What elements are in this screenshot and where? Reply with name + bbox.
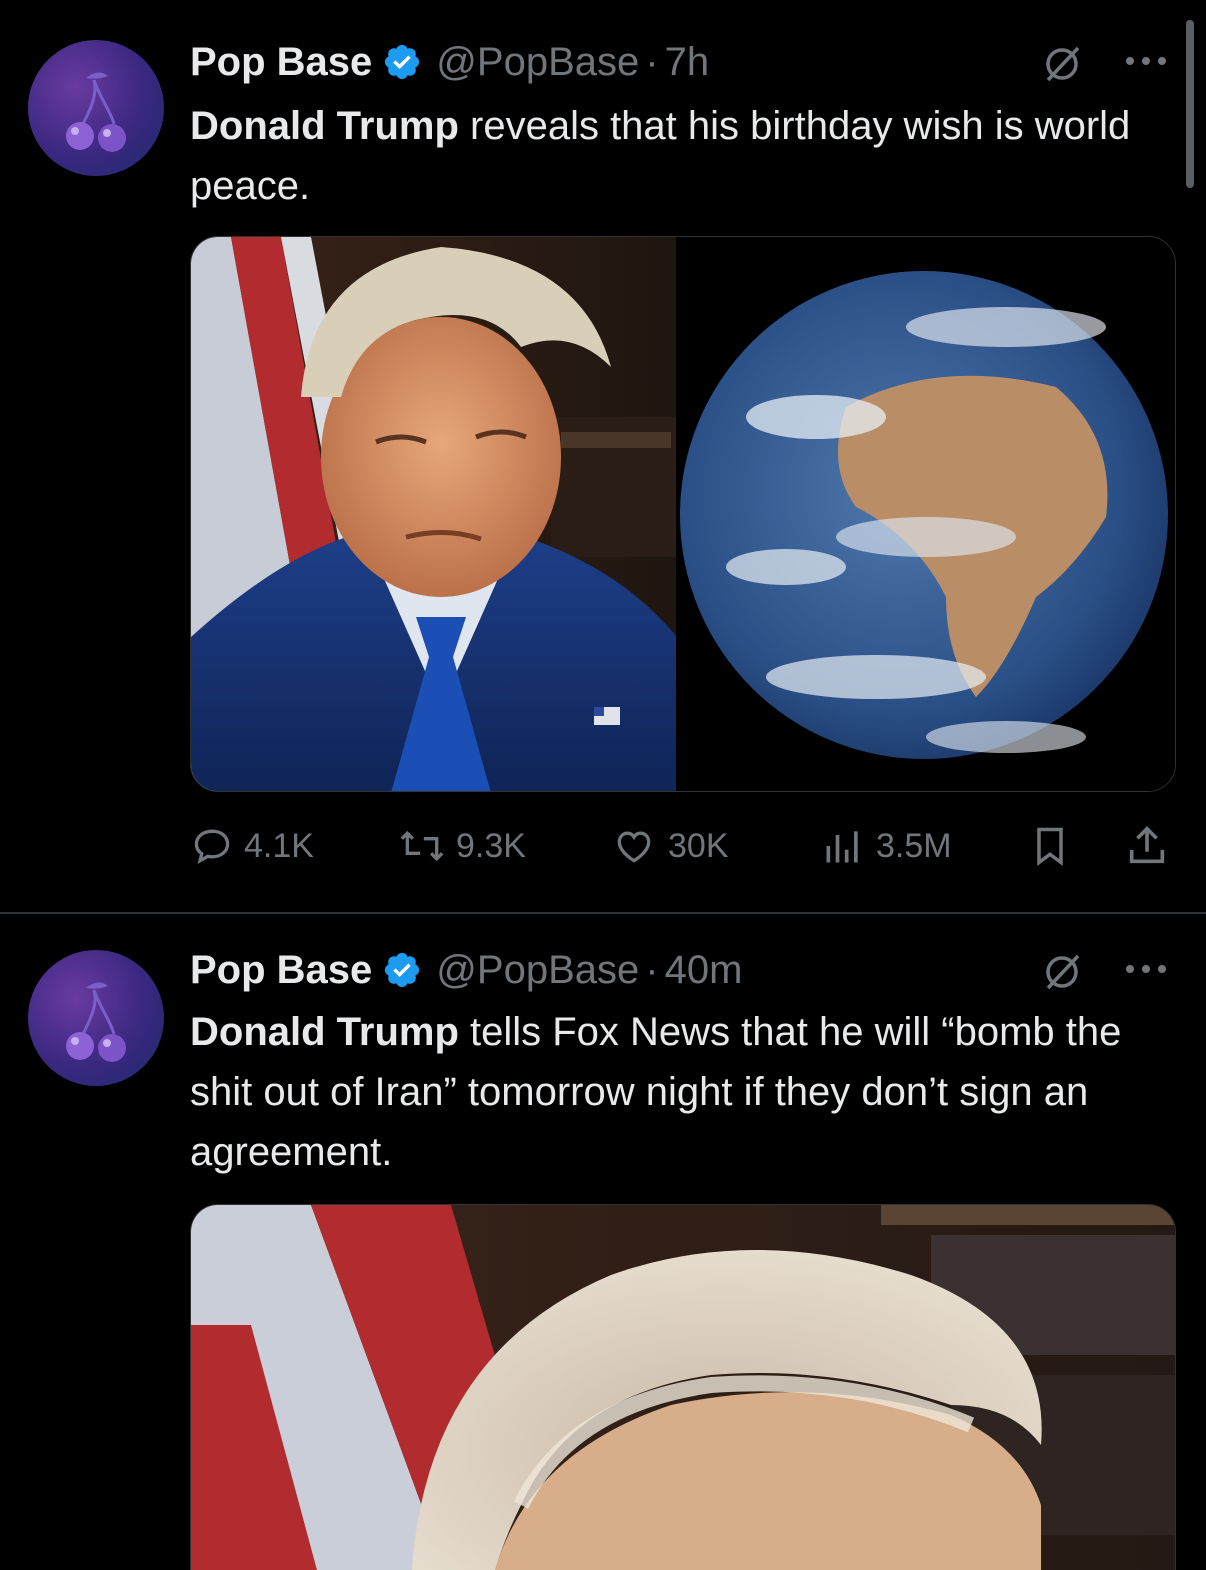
views-button[interactable]: 3.5M xyxy=(820,816,952,876)
media-image-portrait[interactable] xyxy=(191,1205,1175,1570)
separator: · xyxy=(645,39,659,84)
cherry-icon xyxy=(66,72,126,152)
timestamp[interactable]: 40m xyxy=(665,948,743,993)
grok-icon[interactable] xyxy=(1042,952,1082,992)
like-count: 30K xyxy=(668,826,729,865)
share-icon xyxy=(1129,826,1165,864)
author-handle[interactable]: @PopBase xyxy=(436,948,639,993)
bookmark-button[interactable] xyxy=(1028,816,1082,876)
earth-image xyxy=(676,237,1175,791)
timestamp[interactable]: 7h xyxy=(665,40,710,85)
mention-bold: Donald Trump xyxy=(190,104,459,148)
views-icon xyxy=(826,831,858,863)
mention-bold: Donald Trump xyxy=(190,1010,459,1054)
like-button[interactable]: 30K xyxy=(610,816,729,876)
tweet-header: Pop Base @PopBase · 40m xyxy=(190,946,742,994)
avatar[interactable] xyxy=(28,40,164,176)
tweet-text: Donald Trump reveals that his birthday w… xyxy=(190,96,1170,216)
tweet-actions: 4.1K 9.3K 30K 3.5M xyxy=(190,816,1176,876)
reply-button[interactable]: 4.1K xyxy=(190,816,314,876)
view-count: 3.5M xyxy=(876,826,952,865)
scrollbar[interactable] xyxy=(1186,20,1194,188)
author-name[interactable]: Pop Base xyxy=(190,948,372,993)
tweet-media[interactable] xyxy=(190,236,1176,792)
avatar[interactable] xyxy=(28,950,164,1086)
verified-badge-icon xyxy=(385,952,420,988)
separator: · xyxy=(645,947,659,992)
tweet-header: Pop Base @PopBase · 7h xyxy=(190,38,709,86)
media-image-portrait[interactable] xyxy=(191,237,677,791)
repost-icon xyxy=(400,830,444,862)
portrait-image xyxy=(191,237,677,791)
cherry-icon xyxy=(66,982,126,1062)
repost-button[interactable]: 9.3K xyxy=(398,816,526,876)
share-button[interactable] xyxy=(1124,816,1180,876)
tweet[interactable]: Pop Base @PopBase · 40m Donald Trump tel… xyxy=(0,914,1206,1570)
author-name[interactable]: Pop Base xyxy=(190,40,372,85)
author-handle[interactable]: @PopBase xyxy=(436,40,639,85)
grok-icon[interactable] xyxy=(1042,44,1082,84)
tweet[interactable]: Pop Base @PopBase · 7h Donald Trump reve… xyxy=(0,0,1206,912)
repost-count: 9.3K xyxy=(456,826,526,865)
like-icon xyxy=(617,831,651,863)
tweet-media[interactable] xyxy=(190,1204,1176,1570)
verified-badge-icon xyxy=(385,44,420,80)
tweet-text: Donald Trump tells Fox News that he will… xyxy=(190,1002,1170,1182)
media-image-earth[interactable] xyxy=(676,237,1175,791)
reply-count: 4.1K xyxy=(244,826,314,865)
more-icon[interactable] xyxy=(1120,954,1172,984)
timeline-feed[interactable]: Pop Base @PopBase · 7h Donald Trump reve… xyxy=(0,0,1206,1570)
portrait-image xyxy=(191,1205,1175,1570)
more-icon[interactable] xyxy=(1120,46,1172,76)
bookmark-icon xyxy=(1037,827,1063,866)
reply-icon xyxy=(194,829,230,864)
